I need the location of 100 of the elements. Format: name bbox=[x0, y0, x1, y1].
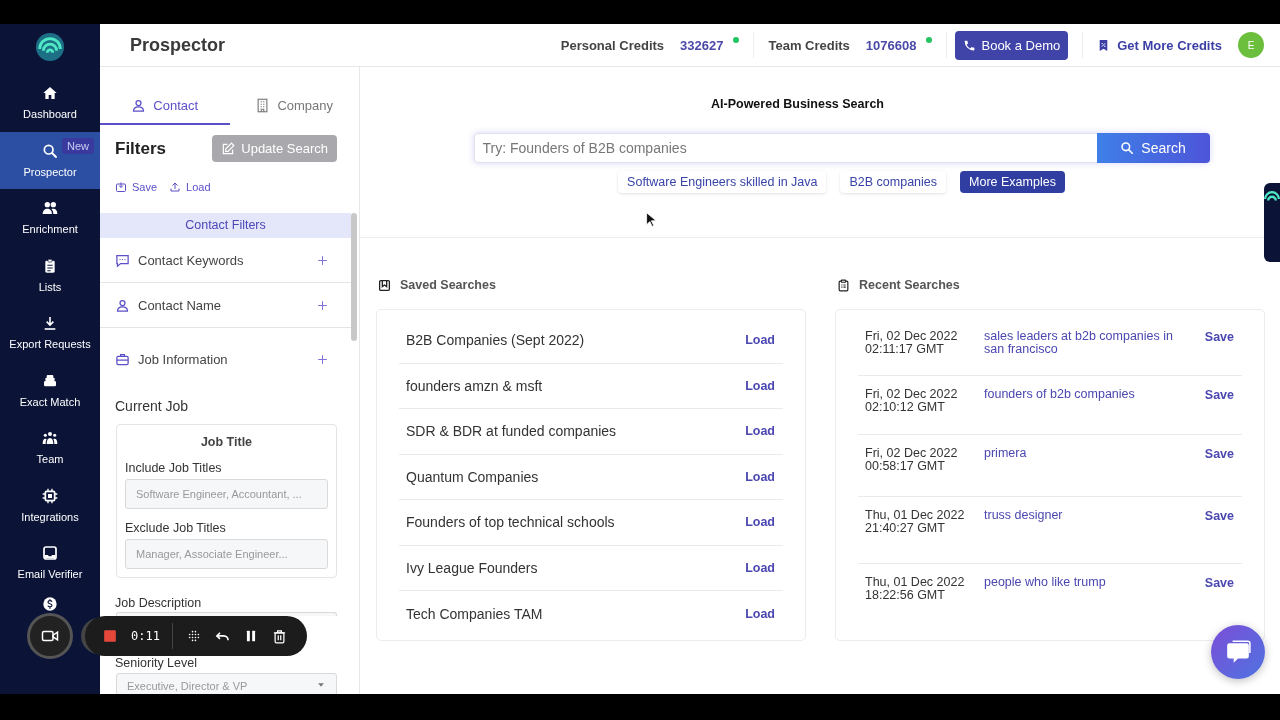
nav-item[interactable]: Exact Match bbox=[0, 361, 100, 419]
suggestion-chip[interactable]: Software Engineers skilled in Java bbox=[618, 171, 827, 193]
save-icon bbox=[115, 181, 127, 193]
list-heading: Saved Searches bbox=[400, 278, 496, 292]
field-label: Job Description bbox=[114, 595, 203, 612]
load-link[interactable]: Load bbox=[745, 515, 775, 530]
search-button[interactable]: Search bbox=[1096, 133, 1210, 163]
filter-group-row[interactable]: Job Information bbox=[100, 328, 351, 390]
text-field[interactable] bbox=[116, 612, 337, 616]
phone-icon bbox=[963, 38, 977, 52]
field-label: Include Job Titles bbox=[125, 461, 223, 475]
inbox-icon bbox=[42, 545, 58, 562]
nav-item[interactable]: New Prospector bbox=[0, 131, 100, 189]
search-field[interactable]: Try: Founders of B2B companies bbox=[473, 133, 1097, 163]
saved-search-name: founders amzn & msft bbox=[406, 377, 543, 394]
load-link[interactable]: Load bbox=[745, 424, 775, 439]
credits-label: Personal Credits bbox=[560, 37, 665, 53]
dot-grid-icon[interactable] bbox=[186, 629, 201, 643]
nav-label: Team bbox=[36, 453, 64, 466]
filter-tab[interactable]: Contact bbox=[100, 88, 230, 125]
save-link[interactable]: Save bbox=[1204, 330, 1234, 344]
saved-search-name: Tech Companies TAM bbox=[406, 605, 543, 622]
nav-item[interactable]: Dashboard bbox=[0, 74, 100, 132]
stop-icon[interactable] bbox=[103, 629, 117, 643]
edit-icon bbox=[221, 141, 236, 156]
nav-item[interactable]: Team bbox=[0, 419, 100, 477]
search-query-link[interactable]: founders of b2b companies bbox=[977, 388, 1205, 401]
bookmark-icon bbox=[378, 278, 391, 292]
save-link[interactable]: Save bbox=[1204, 447, 1234, 461]
cursor-icon bbox=[645, 212, 657, 228]
nav-item[interactable]: Integrations bbox=[0, 476, 100, 534]
search-query-link[interactable]: truss designer bbox=[977, 509, 1205, 522]
search-timestamp: Fri, 02 Dec 2022 00:58:17 GMT bbox=[865, 447, 959, 472]
clipboard-icon bbox=[837, 278, 850, 292]
person-icon bbox=[131, 98, 147, 113]
filter-action-link[interactable]: Save bbox=[115, 181, 158, 193]
plus-icon bbox=[316, 352, 329, 366]
dollar-icon bbox=[42, 595, 58, 612]
saved-search-name: SDR & BDR at funded companies bbox=[406, 423, 617, 440]
scrollbar-thumb[interactable] bbox=[351, 213, 357, 341]
load-link[interactable]: Load bbox=[745, 333, 775, 348]
search-query-link[interactable]: primera bbox=[977, 447, 1205, 460]
download-icon bbox=[42, 315, 58, 332]
team-icon bbox=[42, 430, 58, 447]
new-badge: New bbox=[62, 137, 94, 154]
nav-label: Prospector bbox=[23, 165, 77, 178]
filter-tab[interactable]: Company bbox=[229, 88, 359, 125]
nav-label: Email Verifier bbox=[17, 568, 83, 581]
suggestion-chip[interactable]: B2B companies bbox=[840, 171, 947, 193]
input-field[interactable]: Manager, Associate Engineer... bbox=[125, 539, 328, 569]
nav-item[interactable]: Email Verifier bbox=[0, 534, 100, 592]
field-label: Exclude Job Titles bbox=[125, 521, 227, 535]
chat-icon bbox=[115, 252, 130, 268]
saved-search-name: Founders of top technical schools bbox=[406, 514, 615, 531]
search-title: AI-Powered Business Search bbox=[711, 97, 884, 111]
side-widget-tab[interactable] bbox=[1264, 183, 1280, 262]
search-icon bbox=[1120, 141, 1135, 155]
search-timestamp: Fri, 02 Dec 2022 02:11:17 GMT bbox=[865, 330, 959, 355]
more-examples-button[interactable]: More Examples bbox=[960, 171, 1065, 193]
field-label: Seniority Level bbox=[115, 657, 197, 670]
nav-item[interactable]: Enrichment bbox=[0, 189, 100, 247]
load-link[interactable]: Load bbox=[745, 378, 775, 393]
saved-search-name: Ivy League Founders bbox=[406, 559, 538, 576]
nav-item[interactable]: Export Requests bbox=[0, 304, 100, 362]
recording-timer: 0:11 bbox=[131, 623, 173, 649]
filters-heading: Filters bbox=[115, 138, 167, 159]
load-link[interactable]: Load bbox=[745, 606, 775, 621]
book-demo-button[interactable]: Book a Demo bbox=[955, 30, 1069, 60]
logo-icon bbox=[1264, 191, 1280, 201]
nav-label: Dashboard bbox=[23, 108, 77, 121]
save-link[interactable]: Save bbox=[1204, 576, 1234, 590]
chip-icon bbox=[42, 487, 58, 504]
load-link[interactable]: Load bbox=[745, 469, 775, 484]
load-link[interactable]: Load bbox=[745, 560, 775, 575]
people-icon bbox=[42, 200, 58, 217]
nav-item[interactable]: Lists bbox=[0, 246, 100, 304]
nav-label: Export Requests bbox=[9, 338, 91, 351]
status-dot bbox=[926, 37, 933, 43]
briefcase-icon bbox=[115, 351, 130, 367]
input-field[interactable]: Software Engineer, Accountant, ... bbox=[125, 479, 328, 509]
plus-icon bbox=[316, 298, 329, 312]
building-icon bbox=[255, 98, 271, 113]
save-link[interactable]: Save bbox=[1204, 388, 1234, 402]
filter-action-link[interactable]: Load bbox=[169, 181, 211, 193]
saved-search-name: B2B Companies (Sept 2022) bbox=[406, 332, 585, 349]
logo-icon[interactable] bbox=[35, 32, 65, 62]
credits-value: 332627 bbox=[680, 37, 724, 53]
chat-button[interactable] bbox=[1211, 625, 1265, 679]
get-more-credits-link[interactable]: Get More Credits bbox=[1082, 32, 1222, 58]
nav-label: Exact Match bbox=[19, 395, 81, 408]
search-timestamp: Thu, 01 Dec 2022 18:22:56 GMT bbox=[865, 576, 966, 601]
search-query-link[interactable]: sales leaders at b2b companies in san francisco bbox=[977, 330, 1205, 356]
page-title: Prospector bbox=[130, 34, 226, 56]
search-timestamp: Thu, 01 Dec 2022 21:40:27 GMT bbox=[865, 509, 966, 534]
search-query-link[interactable]: people who like trump bbox=[977, 576, 1205, 589]
save-link[interactable]: Save bbox=[1204, 509, 1234, 523]
credits-value: 1076608 bbox=[865, 37, 917, 53]
trash-icon[interactable] bbox=[271, 628, 287, 644]
card-title: Job Title bbox=[199, 435, 254, 449]
search-timestamp: Fri, 02 Dec 2022 02:10:12 GMT bbox=[865, 388, 959, 413]
